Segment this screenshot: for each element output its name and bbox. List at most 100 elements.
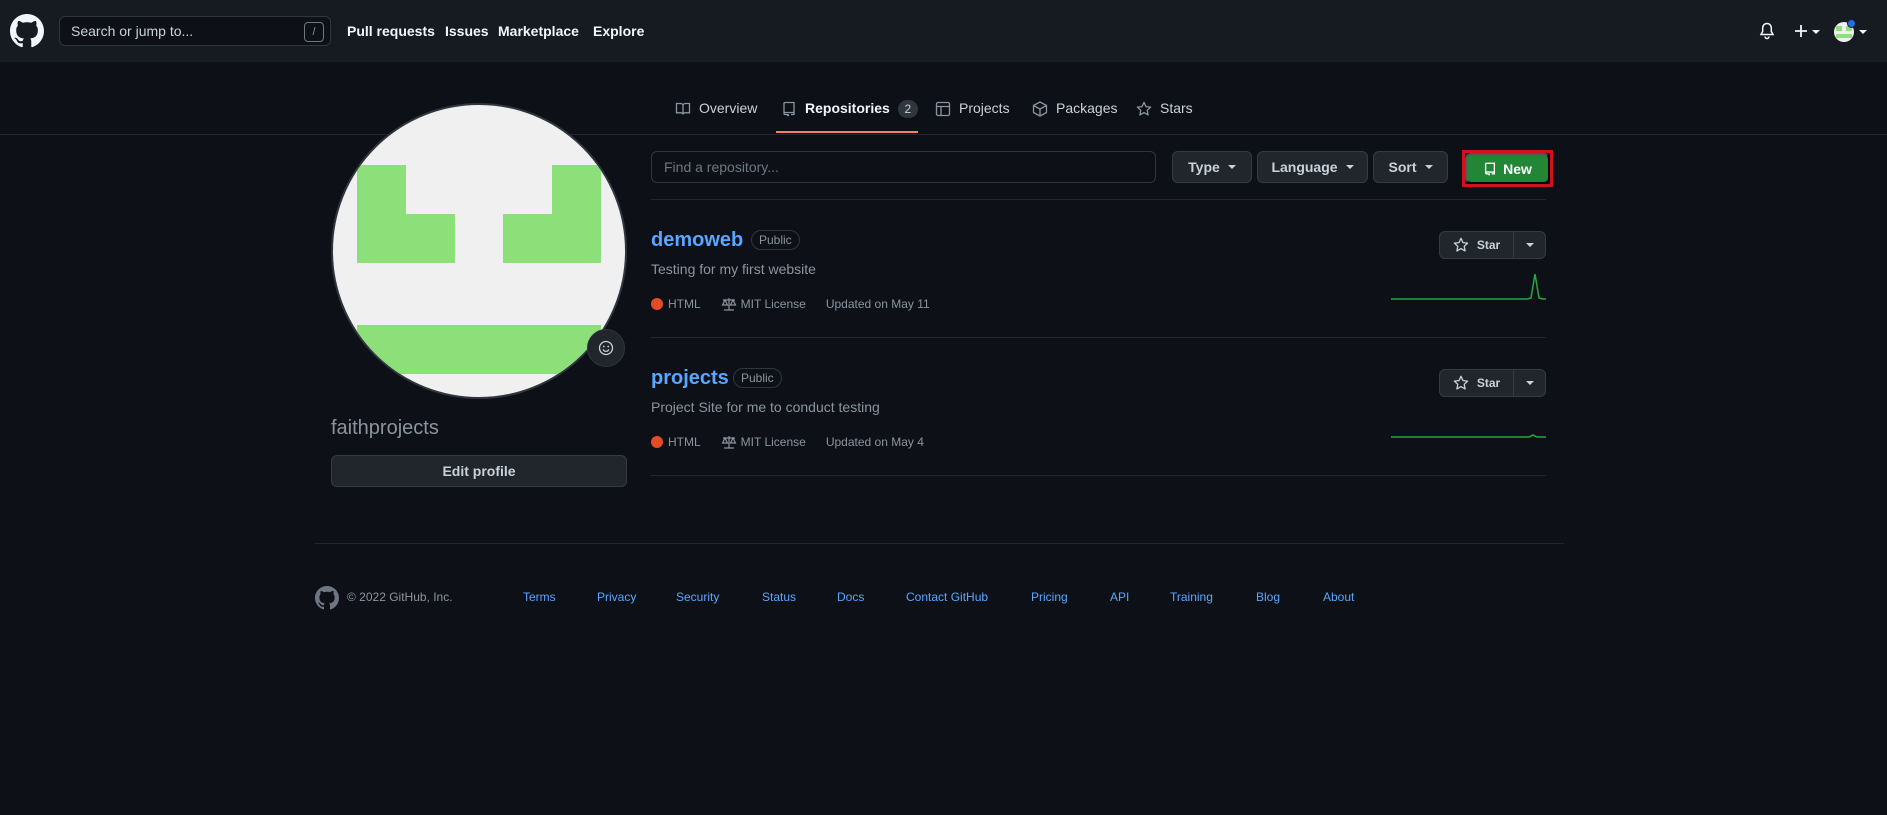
profile-username: faithprojects — [331, 417, 439, 439]
star-lists-dropdown[interactable] — [1514, 231, 1546, 259]
tabs-divider — [0, 134, 1887, 135]
footer-link-contact[interactable]: Contact GitHub — [906, 590, 988, 604]
repo-meta: HTML MIT License Updated on May 4 — [651, 435, 924, 449]
language-filter-label: Language — [1271, 159, 1338, 175]
profile-avatar — [331, 103, 627, 399]
identicon-image — [357, 165, 601, 374]
list-divider — [651, 199, 1546, 200]
footer-divider — [315, 543, 1564, 544]
chevron-down-icon — [1345, 165, 1354, 169]
repo-updated: Updated on May 11 — [825, 297, 930, 311]
tab-overview[interactable]: Overview — [675, 100, 757, 134]
footer-link-about[interactable]: About — [1323, 590, 1354, 604]
repo-meta: HTML MIT License Updated on May 11 — [651, 297, 930, 311]
repo-icon — [1485, 162, 1496, 176]
global-search-input[interactable]: Search or jump to... / — [59, 16, 331, 46]
global-header: Search or jump to... / Pull requests Iss… — [0, 0, 1887, 62]
footer-link-status[interactable]: Status — [762, 590, 796, 604]
star-button[interactable]: Star — [1439, 231, 1514, 259]
tab-packages[interactable]: Packages — [1032, 100, 1117, 134]
star-button-group: Star — [1439, 231, 1546, 259]
star-icon — [1453, 375, 1469, 390]
star-label: Star — [1476, 238, 1501, 252]
visibility-badge: Public — [751, 230, 800, 250]
tab-repositories[interactable]: Repositories 2 — [781, 100, 918, 134]
chevron-down-icon — [1227, 165, 1236, 169]
nav-pull-requests[interactable]: Pull requests — [347, 23, 435, 39]
footer-link-docs[interactable]: Docs — [837, 590, 864, 604]
repo-name-link[interactable]: demoweb — [651, 229, 743, 252]
search-placeholder: Search or jump to... — [71, 23, 194, 39]
table-icon — [935, 101, 951, 117]
footer-link-training[interactable]: Training — [1170, 590, 1213, 604]
repo-icon — [783, 101, 795, 117]
star-icon — [1453, 237, 1469, 252]
repo-description: Testing for my first website — [651, 261, 816, 277]
notification-dot — [1847, 19, 1856, 28]
tab-projects-label: Projects — [959, 100, 1010, 116]
type-filter-label: Type — [1188, 159, 1220, 175]
create-new-dropdown[interactable] — [1793, 23, 1823, 39]
list-divider — [651, 337, 1546, 338]
list-divider — [651, 475, 1546, 476]
language-filter-button[interactable]: Language — [1257, 151, 1368, 183]
active-tab-indicator — [776, 131, 918, 133]
new-button-label: New — [1503, 160, 1532, 177]
footer-link-api[interactable]: API — [1110, 590, 1129, 604]
user-menu[interactable] — [1833, 19, 1867, 43]
package-icon — [1032, 101, 1048, 117]
repo-name-link[interactable]: projects — [651, 367, 729, 390]
chevron-down-icon — [1525, 381, 1534, 385]
footer-copyright: © 2022 GitHub, Inc. — [347, 590, 453, 604]
repositories-counter: 2 — [897, 100, 918, 118]
repo-license[interactable]: MIT License — [741, 435, 806, 449]
law-icon — [721, 298, 737, 311]
sort-button[interactable]: Sort — [1373, 151, 1448, 183]
tab-overview-label: Overview — [699, 100, 758, 116]
nav-marketplace[interactable]: Marketplace — [498, 23, 579, 39]
chevron-down-icon — [1525, 243, 1534, 247]
activity-sparkline — [1391, 273, 1546, 300]
github-logo-icon[interactable] — [10, 14, 44, 48]
bell-icon[interactable] — [1759, 22, 1775, 40]
nav-issues[interactable]: Issues — [445, 23, 489, 39]
chevron-down-icon — [1859, 30, 1867, 34]
sort-label: Sort — [1388, 159, 1417, 175]
github-footer-logo-icon[interactable] — [315, 586, 339, 610]
repo-language: HTML — [668, 297, 701, 311]
star-button-group: Star — [1439, 369, 1546, 397]
plus-icon — [1795, 25, 1807, 37]
book-icon — [675, 102, 691, 115]
star-lists-dropdown[interactable] — [1514, 369, 1546, 397]
repo-updated: Updated on May 4 — [825, 435, 924, 449]
edit-profile-button[interactable]: Edit profile — [331, 455, 627, 487]
law-icon — [721, 436, 737, 449]
footer-link-privacy[interactable]: Privacy — [597, 590, 636, 604]
slash-shortcut-hint: / — [304, 22, 324, 42]
tab-stars-label: Stars — [1160, 100, 1193, 116]
tab-projects[interactable]: Projects — [935, 100, 1010, 134]
language-color-dot — [651, 298, 663, 310]
smiley-icon — [598, 340, 614, 356]
star-icon — [1136, 101, 1152, 116]
visibility-badge: Public — [733, 368, 782, 388]
tab-stars[interactable]: Stars — [1136, 100, 1193, 134]
find-repository-input[interactable]: Find a repository... — [651, 151, 1156, 183]
footer-link-security[interactable]: Security — [676, 590, 719, 604]
nav-explore[interactable]: Explore — [593, 23, 644, 39]
star-button[interactable]: Star — [1439, 369, 1514, 397]
repo-license[interactable]: MIT License — [741, 297, 806, 311]
chevron-down-icon — [1812, 30, 1820, 34]
activity-sparkline — [1391, 434, 1546, 438]
footer-link-pricing[interactable]: Pricing — [1031, 590, 1068, 604]
set-status-button[interactable] — [587, 329, 625, 367]
find-repository-placeholder: Find a repository... — [664, 159, 779, 175]
star-label: Star — [1476, 376, 1501, 390]
footer-link-blog[interactable]: Blog — [1256, 590, 1280, 604]
language-color-dot — [651, 436, 663, 448]
new-repository-button[interactable]: New — [1465, 153, 1550, 184]
repo-language: HTML — [668, 435, 701, 449]
type-filter-button[interactable]: Type — [1172, 151, 1252, 183]
footer-link-terms[interactable]: Terms — [523, 590, 556, 604]
tab-packages-label: Packages — [1056, 100, 1118, 116]
